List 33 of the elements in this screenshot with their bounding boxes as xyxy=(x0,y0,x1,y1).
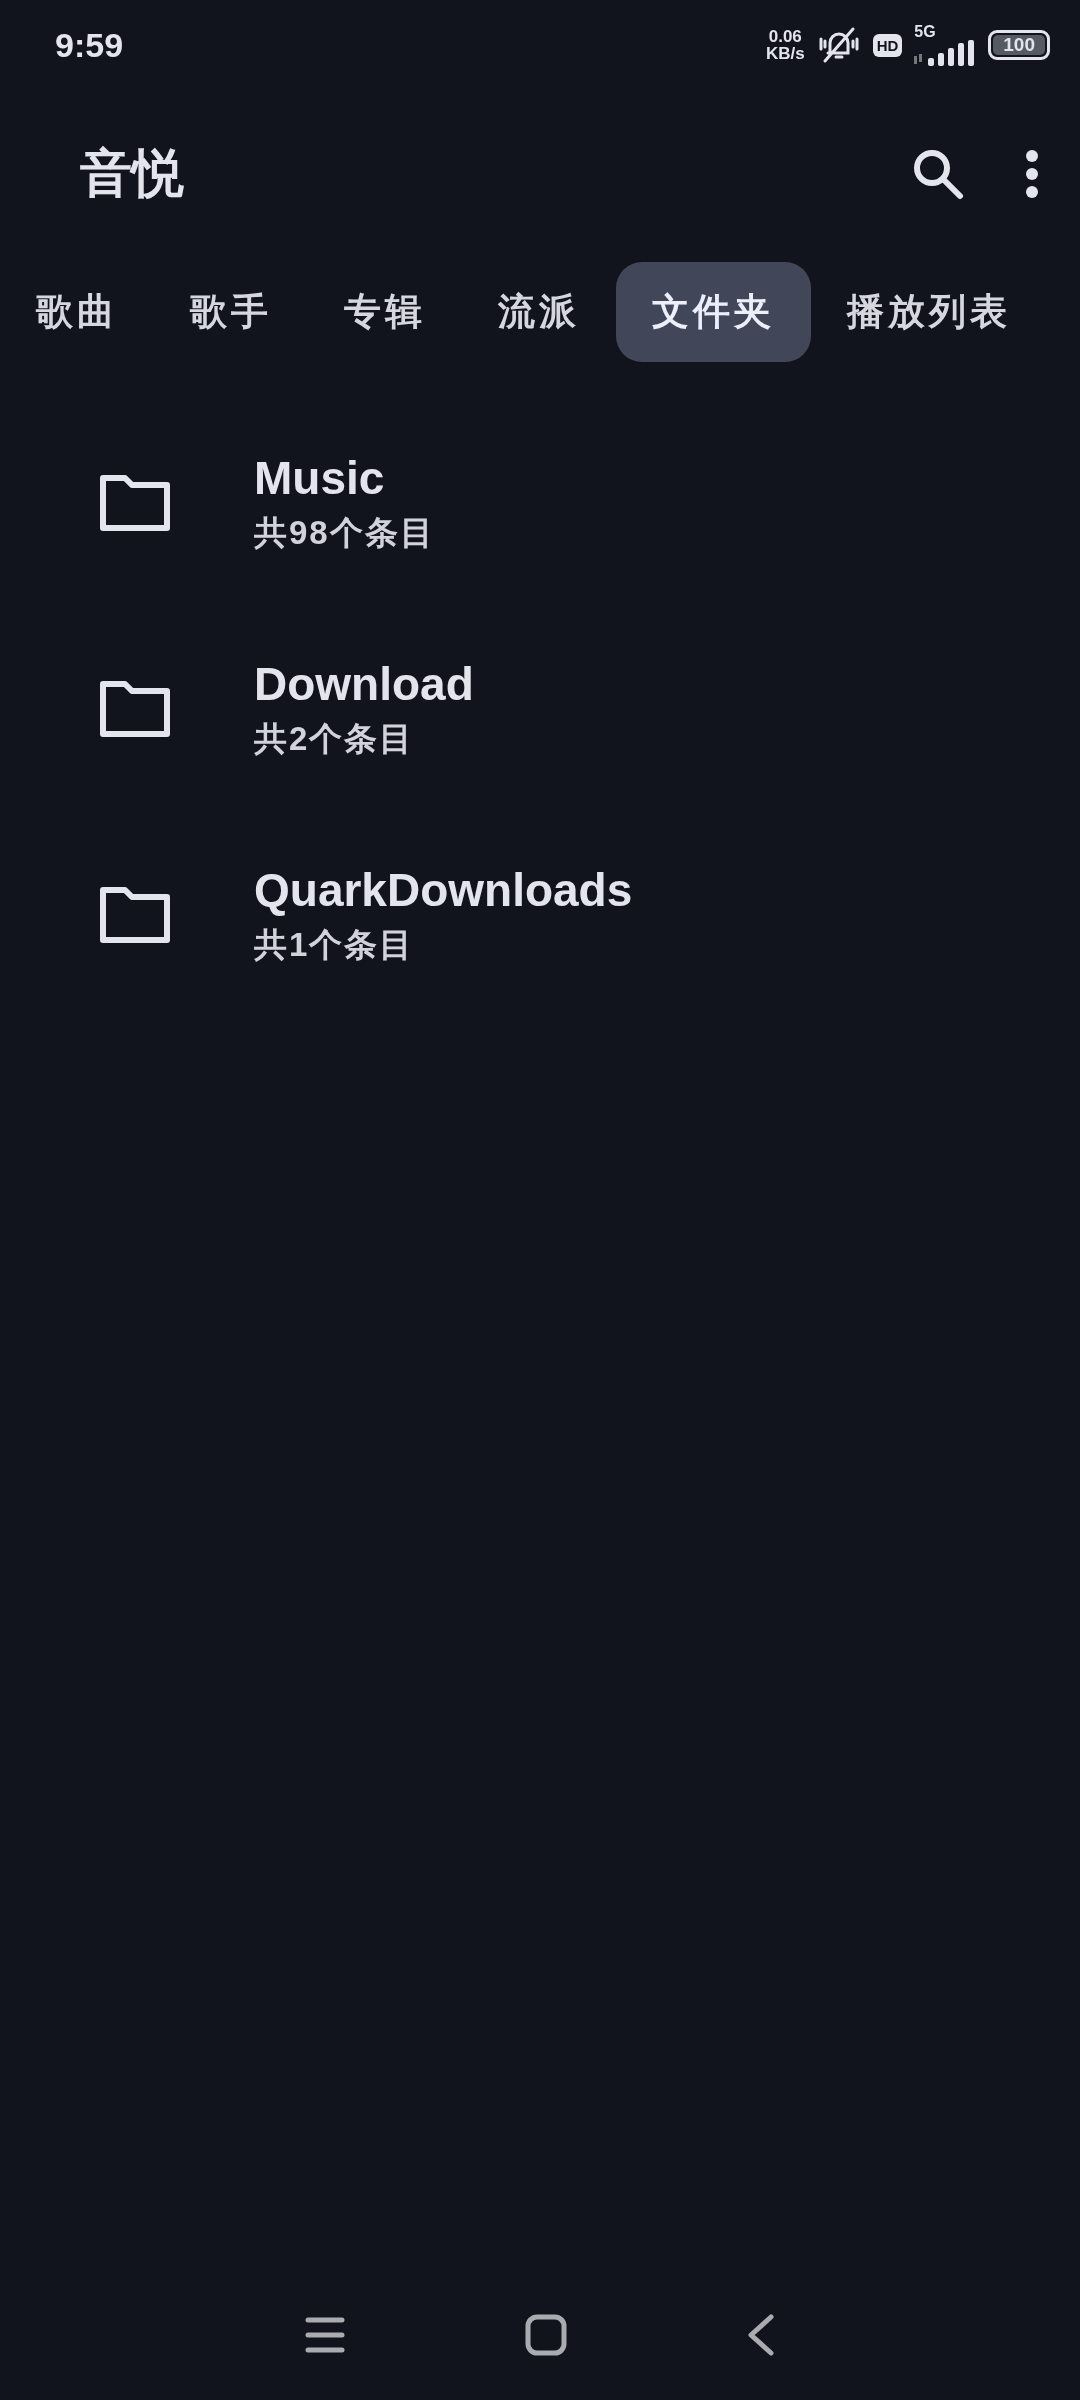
back-icon xyxy=(747,2314,775,2356)
app-title: 音悦 xyxy=(80,143,185,204)
folder-icon xyxy=(100,475,170,531)
battery-indicator: 100 xyxy=(988,30,1050,60)
signal-icon xyxy=(914,40,977,66)
home-button[interactable] xyxy=(525,2314,567,2356)
folder-icon xyxy=(100,887,170,943)
back-button[interactable] xyxy=(747,2314,775,2356)
tab[interactable]: 歌曲 xyxy=(0,262,154,362)
item-count: 共1个条目 xyxy=(254,924,416,965)
home-icon xyxy=(525,2314,567,2356)
tab[interactable]: 流派 xyxy=(462,262,616,362)
tab[interactable]: 歌手 xyxy=(154,262,308,362)
item-count: 共2个条目 xyxy=(254,718,416,759)
tab[interactable]: 文件夹 xyxy=(616,262,811,362)
folder-name[interactable]: Music xyxy=(254,450,435,505)
net-speed-unit: KB/s xyxy=(765,45,805,62)
more-button[interactable] xyxy=(1024,149,1040,199)
item-count: 共98个条目 xyxy=(254,512,435,553)
hd-badge: HD xyxy=(872,33,903,57)
tab[interactable]: 播放列表 xyxy=(811,262,1047,362)
network-type: 5G xyxy=(914,24,936,40)
search-icon xyxy=(912,148,964,200)
search-button[interactable] xyxy=(912,148,964,200)
menu-icon xyxy=(305,2316,345,2354)
menu-button[interactable] xyxy=(305,2316,345,2354)
more-icon xyxy=(1024,149,1040,199)
folder-name[interactable]: Download xyxy=(254,656,474,711)
folder-name[interactable]: QuarkDownloads xyxy=(254,862,633,917)
net-speed: 0.06 xyxy=(768,28,802,45)
status-time: 9:59 xyxy=(55,25,125,65)
folder-icon xyxy=(100,681,170,737)
tab[interactable]: 专辑 xyxy=(308,262,462,362)
